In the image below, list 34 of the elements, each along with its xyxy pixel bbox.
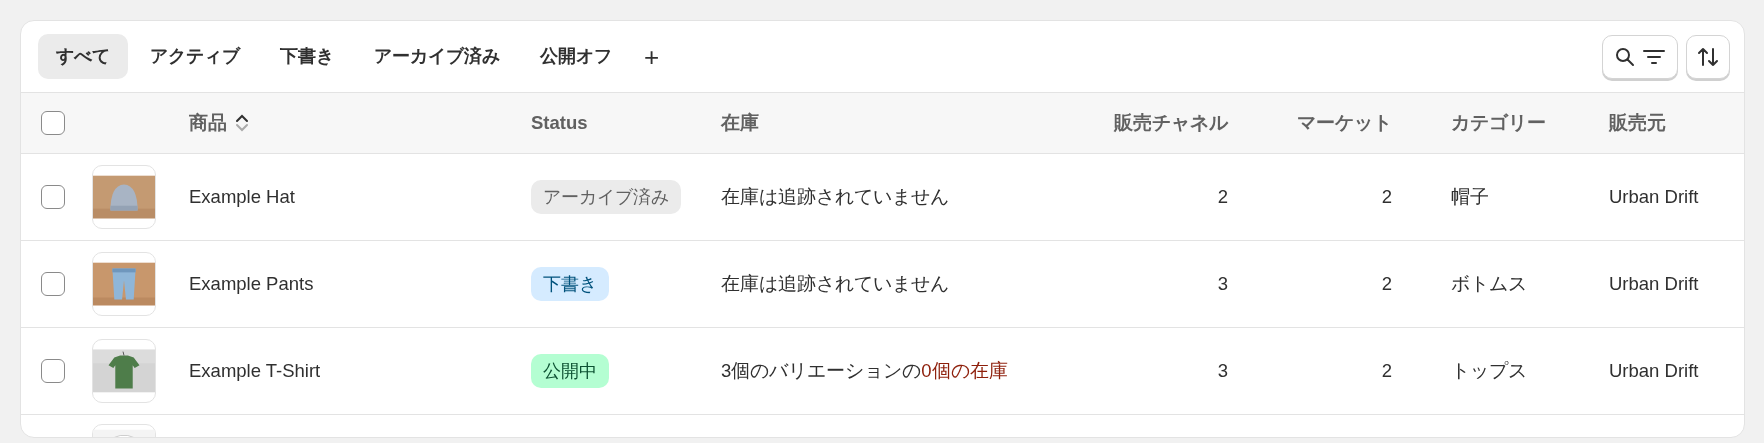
column-header: Status (531, 112, 588, 134)
category-text: トップス (1451, 360, 1527, 382)
vendor-text: Urban Drift (1609, 186, 1699, 208)
market-count: 2 (1381, 360, 1392, 382)
product-name: Example Pants (189, 273, 314, 295)
category-text: 帽子 (1451, 186, 1489, 208)
column-header: マーケット (1297, 112, 1392, 134)
filter-tab[interactable]: すべて (38, 34, 128, 79)
filter-tab[interactable]: 下書き (262, 34, 352, 79)
column-header: 在庫 (721, 112, 759, 134)
vendor-text: Urban Drift (1609, 360, 1699, 382)
status-badge: 下書き (531, 266, 609, 302)
inventory-text: 3個のバリエーションの0個の在庫 (721, 360, 1008, 382)
inventory-text: 在庫は追跡されていません (721, 186, 949, 208)
column-header: カテゴリー (1451, 112, 1546, 134)
status-badge: 公開中 (531, 353, 609, 389)
product-name: Example Hat (189, 186, 295, 208)
column-header: 販売チャネル (1114, 112, 1228, 134)
column-header: 販売元 (1609, 112, 1666, 134)
market-count: 2 (1381, 273, 1392, 295)
product-name: Example T-Shirt (189, 360, 321, 382)
vendor-text: Urban Drift (1609, 273, 1699, 295)
add-tab-button[interactable]: + (634, 43, 670, 70)
column-header[interactable]: 商品 (189, 109, 227, 137)
filter-tab[interactable]: アクティブ (132, 34, 258, 79)
channel-count: 3 (1217, 360, 1228, 382)
filter-tab[interactable]: アーカイブ済み (356, 34, 518, 79)
channel-count: 3 (1217, 273, 1228, 295)
channel-count: 2 (1217, 186, 1228, 208)
category-text: ボトムス (1451, 273, 1527, 295)
status-badge: アーカイブ済み (531, 179, 681, 215)
inventory-text: 在庫は追跡されていません (721, 273, 949, 295)
filter-tab[interactable]: 公開オフ (522, 34, 630, 79)
market-count: 2 (1381, 186, 1392, 208)
